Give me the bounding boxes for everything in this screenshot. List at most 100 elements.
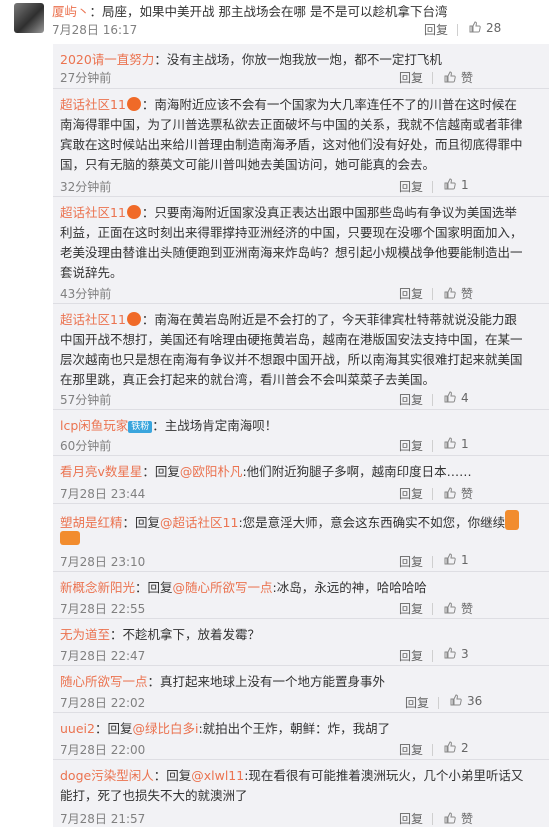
reply-button[interactable]: 回复 bbox=[399, 178, 423, 195]
like-button[interactable]: 28 bbox=[469, 21, 501, 35]
like-button[interactable]: 1 bbox=[444, 437, 469, 451]
like-count: 28 bbox=[486, 21, 502, 35]
comment-username[interactable]: 厦屿丶 bbox=[52, 4, 90, 19]
mention-link[interactable]: @xlwl11 bbox=[191, 768, 244, 783]
reply-item: lcp闲鱼玩家 铁粉 ：主战场肯定南海呗！ 60分钟前 回复 1 bbox=[53, 409, 549, 456]
like-button[interactable]: 赞 bbox=[444, 600, 473, 617]
reply-time: 27分钟前 bbox=[60, 71, 112, 85]
reply-time: 7月28日 23:44 bbox=[60, 487, 146, 501]
mention-link[interactable]: @超话社区11 bbox=[160, 515, 238, 530]
divider bbox=[432, 488, 433, 500]
like-count: 赞 bbox=[461, 602, 474, 616]
reply-time: 32分钟前 bbox=[60, 180, 112, 194]
thumbs-up-icon bbox=[444, 741, 456, 753]
mention-link[interactable]: @绿比白多i bbox=[132, 721, 198, 736]
mention-link[interactable]: @随心所欲写一点 bbox=[173, 580, 273, 595]
reply-button[interactable]: 回复 bbox=[399, 437, 423, 454]
reply-text: ：真打起来地球上没有一个地方能置身事外 bbox=[147, 674, 386, 689]
reply-button[interactable]: 回复 bbox=[424, 21, 448, 38]
reply-button[interactable]: 回复 bbox=[399, 553, 423, 570]
like-button[interactable]: 1 bbox=[444, 553, 469, 567]
thumbs-up-icon bbox=[444, 287, 456, 299]
like-button[interactable]: 2 bbox=[444, 741, 469, 755]
like-button[interactable]: 赞 bbox=[444, 485, 473, 502]
like-button[interactable]: 1 bbox=[444, 178, 469, 192]
reply-text: ：回复 bbox=[135, 580, 173, 595]
reply-username[interactable]: lcp闲鱼玩家 bbox=[60, 418, 128, 433]
reply-time: 7月28日 22:02 bbox=[60, 696, 146, 710]
reply-button[interactable]: 回复 bbox=[399, 600, 423, 617]
reply-text-block: 2020请一直努力：没有主战场，你放一炮我放一炮，都不一定打飞机 bbox=[60, 50, 528, 70]
reply-text-block: 新概念新阳光：回复@随心所欲写一点:冰岛，永远的神，哈哈哈哈 bbox=[60, 578, 528, 598]
reply-username[interactable]: 无为道至 bbox=[60, 627, 110, 642]
mention-link[interactable]: @欧阳朴凡 bbox=[180, 464, 243, 479]
top-comment: 厦屿丶：局座，如果中美开战 那主战场会在哪 是不是可以趁机拿下台湾 7月28日 … bbox=[0, 0, 549, 40]
like-button[interactable]: 4 bbox=[444, 391, 469, 405]
reply-text: ：主战场肯定南海呗！ bbox=[152, 418, 278, 433]
reply-time: 7月28日 21:57 bbox=[60, 812, 146, 826]
like-button[interactable]: 赞 bbox=[444, 810, 473, 827]
reply-item: 超话社区11 ：只要南海附近国家没真正表达出跟中国那些岛屿有争议为美国选举利益，正… bbox=[53, 196, 549, 304]
reply-text-continued: :您是意淫大师，意会这东西确实不如您，你继续 bbox=[238, 515, 506, 530]
thumbs-up-icon bbox=[444, 71, 456, 83]
reply-username[interactable]: uuei2 bbox=[60, 721, 95, 736]
reply-username[interactable]: doge污染型闲人 bbox=[60, 768, 154, 783]
reply-time: 7月28日 22:00 bbox=[60, 743, 146, 757]
like-count: 2 bbox=[461, 741, 469, 755]
reply-text: ：没有主战场，你放一炮我放一炮，都不一定打飞机 bbox=[154, 52, 442, 67]
reply-username[interactable]: 看月亮v数星星 bbox=[60, 464, 142, 479]
reply-text-block: 塑胡是红精：回复@超话社区11:您是意淫大师，意会这东西确实不如您，你继续 bbox=[60, 510, 528, 533]
reply-button[interactable]: 回复 bbox=[405, 694, 429, 711]
like-button[interactable]: 赞 bbox=[444, 69, 473, 86]
like-count: 赞 bbox=[461, 487, 474, 501]
divider bbox=[432, 288, 433, 300]
reply-username[interactable]: 超话社区11 bbox=[60, 205, 126, 220]
like-button[interactable]: 赞 bbox=[444, 285, 473, 302]
thumbs-up-icon bbox=[444, 437, 456, 449]
reply-username[interactable]: 随心所欲写一点 bbox=[60, 674, 148, 689]
reply-username[interactable]: 2020请一直努力 bbox=[60, 52, 154, 67]
reply-button[interactable]: 回复 bbox=[399, 391, 423, 408]
reply-text-block: 超话社区11 ：南海附近应该不会有一个国家为大几率连任不了的川普在这时候在南海得罪… bbox=[60, 95, 528, 175]
reply-button[interactable]: 回复 bbox=[399, 285, 423, 302]
like-button[interactable]: 3 bbox=[444, 647, 469, 661]
reply-time: 43分钟前 bbox=[60, 287, 112, 301]
like-count: 1 bbox=[461, 553, 469, 567]
like-button[interactable]: 36 bbox=[450, 694, 482, 708]
reply-button[interactable]: 回复 bbox=[399, 647, 423, 664]
reply-text-block: 超话社区11 ：只要南海附近国家没真正表达出跟中国那些岛屿有争议为美国选举利益，正… bbox=[60, 203, 528, 283]
emoji-icon bbox=[505, 510, 520, 530]
fire-badge-icon bbox=[126, 205, 141, 219]
reply-text-block: 看月亮v数星星：回复@欧阳朴凡:他们附近狗腿子多啊，越南印度日本…… bbox=[60, 462, 528, 482]
reply-time: 57分钟前 bbox=[60, 393, 112, 407]
reply-username[interactable]: 超话社区11 bbox=[60, 312, 126, 327]
reply-username[interactable]: 塑胡是红精 bbox=[60, 515, 123, 530]
avatar[interactable] bbox=[14, 3, 44, 33]
comment-text: ：局座，如果中美开战 那主战场会在哪 是不是可以趁机拿下台湾 bbox=[89, 4, 448, 19]
reply-username[interactable]: 超话社区11 bbox=[60, 97, 126, 112]
fan-badge: 铁粉 bbox=[128, 421, 153, 433]
reply-actions: 回复 1 bbox=[399, 553, 509, 571]
divider bbox=[432, 556, 433, 568]
reply-time: 7月28日 22:47 bbox=[60, 649, 146, 663]
reply-button[interactable]: 回复 bbox=[399, 69, 423, 86]
divider bbox=[432, 744, 433, 756]
reply-button[interactable]: 回复 bbox=[399, 810, 423, 827]
divider bbox=[432, 394, 433, 406]
reply-text: ：回复 bbox=[94, 721, 133, 736]
thumbs-up-icon bbox=[444, 553, 456, 565]
reply-text-continued: :就拍出个王炸，朝鲜：炸，我胡了 bbox=[198, 721, 391, 736]
reply-item: 塑胡是红精：回复@超话社区11:您是意淫大师，意会这东西确实不如您，你继续 7月… bbox=[53, 503, 549, 572]
divider bbox=[432, 650, 433, 662]
thumbs-up-icon bbox=[444, 487, 456, 499]
reply-text-block: lcp闲鱼玩家 铁粉 ：主战场肯定南海呗！ bbox=[60, 416, 528, 436]
reply-button[interactable]: 回复 bbox=[399, 741, 423, 758]
reply-text-continued: :冰岛，永远的神，哈哈哈哈 bbox=[272, 580, 427, 595]
reply-username[interactable]: 新概念新阳光 bbox=[60, 580, 135, 595]
like-count: 3 bbox=[461, 647, 469, 661]
divider bbox=[432, 72, 433, 84]
reply-button[interactable]: 回复 bbox=[399, 485, 423, 502]
reply-text-continued: :他们附近狗腿子多啊，越南印度日本…… bbox=[242, 464, 472, 479]
thumbs-up-icon bbox=[444, 602, 456, 614]
reply-item: doge污染型闲人：回复@xlwl11:现在看很有可能推着澳洲玩火，几个小弟里听… bbox=[53, 759, 549, 828]
